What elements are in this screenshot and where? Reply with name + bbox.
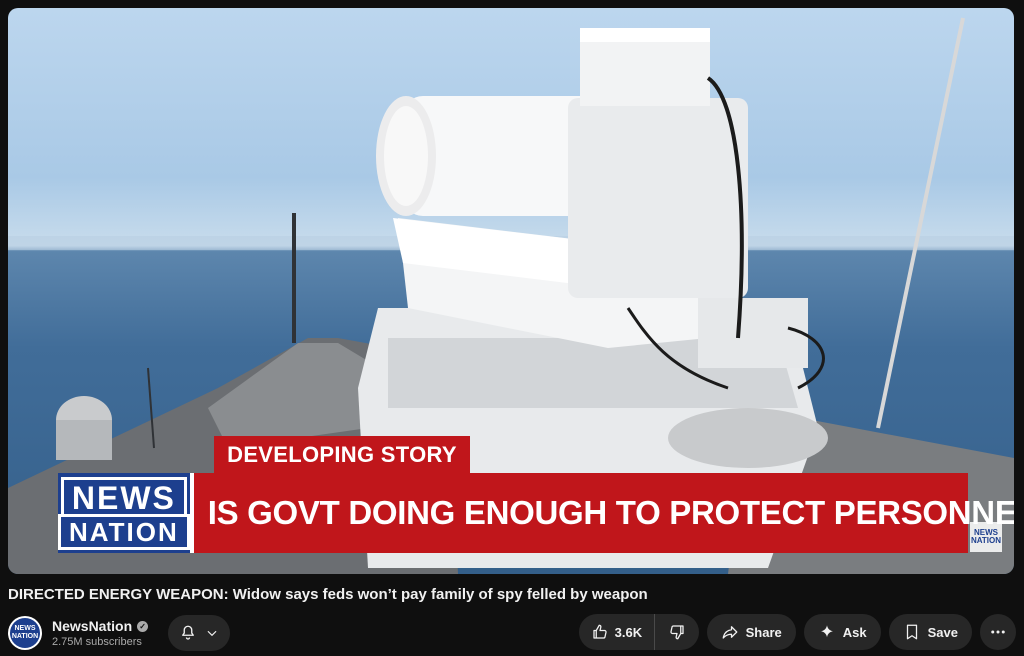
more-actions-button[interactable] [980,614,1016,650]
ask-label: Ask [842,624,867,640]
save-button[interactable]: Save [888,614,972,650]
like-count: 3.6K [614,624,643,640]
channel-row: NEWS NATION NewsNation ✓ 2.75M subscribe… [8,614,1016,652]
dislike-button[interactable] [655,614,699,650]
watermark-line-2: NATION [970,536,1002,545]
thumbs-down-icon [670,625,684,640]
share-button[interactable]: Share [706,614,796,650]
avatar-logo: NEWS NATION [10,618,40,648]
watermark-logo: NEWS NATION [970,522,1002,552]
lower-third-banner: NEWS NATION IS GOVT DOING ENOUGH TO PROT… [58,473,1014,553]
more-icon [991,630,1005,634]
bell-icon [182,625,195,640]
avatar-line-1: NEWS [14,625,36,633]
like-button[interactable]: 3.6K [591,614,656,650]
like-dislike-group: 3.6K [578,614,699,650]
video-title: DIRECTED ENERGY WEAPON: Widow says feds … [8,586,648,603]
action-buttons: 3.6K Share Ask Save [578,614,1016,650]
avatar-line-2: NATION [11,633,39,640]
channel-avatar[interactable]: NEWS NATION [8,616,42,650]
subscriber-count: 2.75M subscribers [52,636,142,648]
bookmark-icon [906,624,917,640]
logo-line-nation: NATION [58,513,190,550]
newsnation-logo: NEWS NATION [58,473,194,553]
save-label: Save [927,624,958,640]
channel-info: NewsNation ✓ 2.75M subscribers [52,618,149,648]
share-icon [722,626,738,639]
sparkle-icon [820,625,833,638]
notification-bell-button[interactable] [168,615,231,651]
ask-button[interactable]: Ask [803,614,881,650]
video-player[interactable]: DEVELOPING STORY NEWS NATION IS GOVT DOI… [8,8,1014,574]
headline-text: IS GOVT DOING ENOUGH TO PROTECT PERSONNE… [207,494,1014,531]
verified-icon: ✓ [137,620,149,632]
developing-story-badge: DEVELOPING STORY [214,436,470,474]
share-label: Share [745,624,782,640]
logo-line-news: NEWS [60,476,187,514]
thumbs-up-icon [592,624,607,639]
chevron-down-icon [207,630,217,637]
channel-name-link[interactable]: NewsNation ✓ [52,618,149,634]
channel-name: NewsNation [52,618,133,634]
